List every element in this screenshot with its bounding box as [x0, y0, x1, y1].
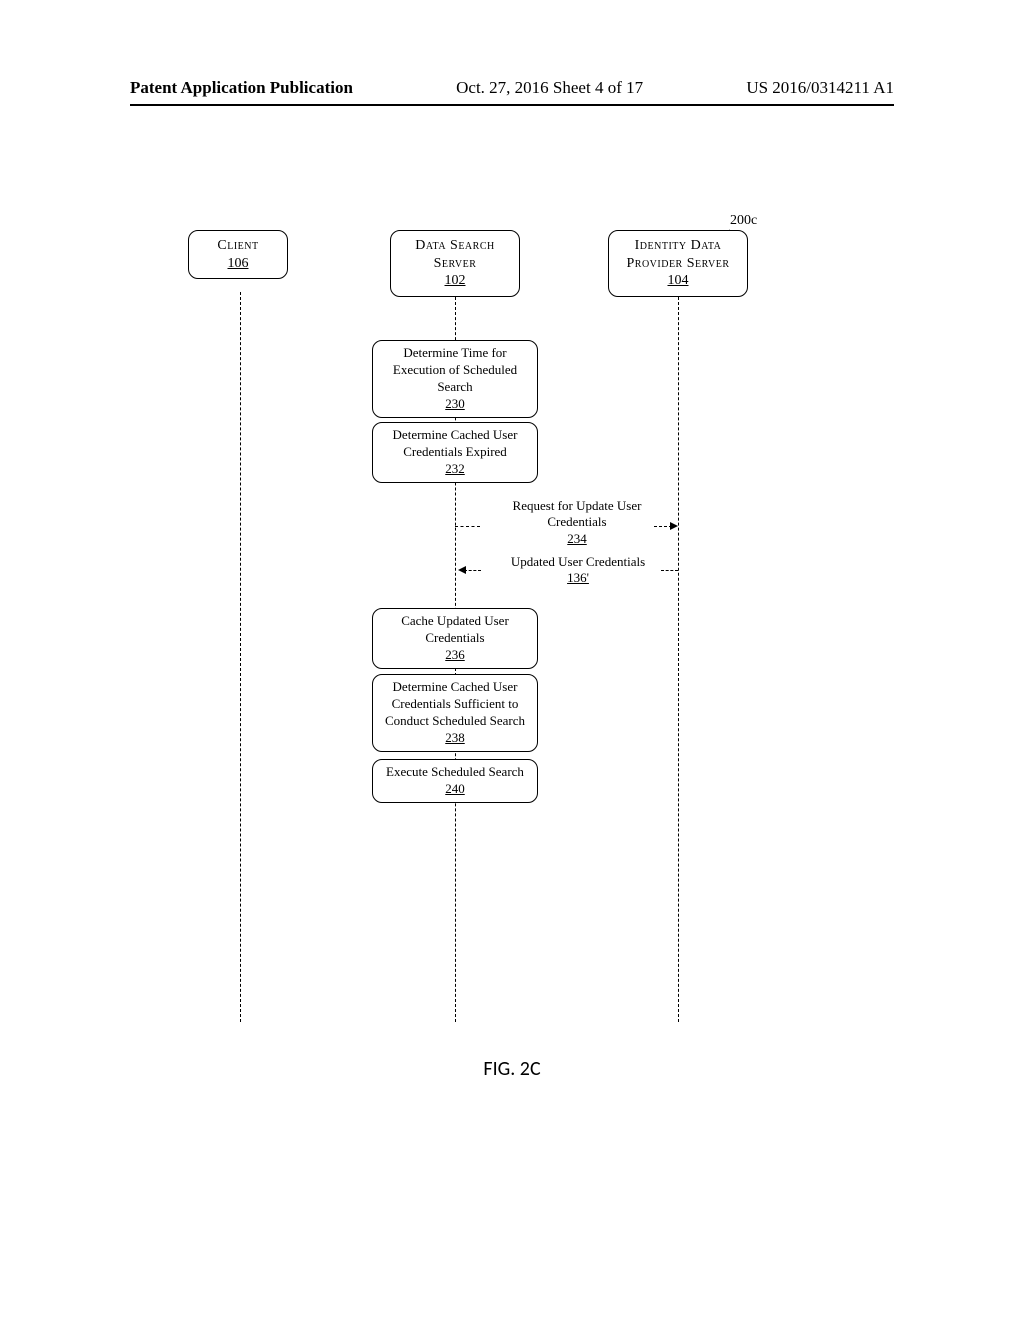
step-determine-expired-ref: 232 — [379, 461, 531, 478]
lifeline-identity — [678, 292, 679, 1022]
step-determine-time: Determine Time for Execution of Schedule… — [372, 340, 538, 418]
participant-identity: Identity Data Provider Server 104 — [608, 230, 748, 297]
step-cache-updated: Cache Updated User Credentials 236 — [372, 608, 538, 669]
participant-client-name: Client — [217, 238, 258, 253]
sequence-diagram: Client 106 Data Search Server 102 Identi… — [180, 230, 860, 1050]
arrow-updated-credentials-tail — [661, 570, 678, 571]
step-determine-expired-text: Determine Cached User Credentials Expire… — [393, 427, 518, 459]
arrow-request-update-tail — [455, 526, 480, 527]
step-execute-search: Execute Scheduled Search 240 — [372, 759, 538, 803]
step-execute-search-text: Execute Scheduled Search — [386, 764, 524, 779]
header-center: Oct. 27, 2016 Sheet 4 of 17 — [456, 78, 643, 98]
figure-caption-text: FIG. 2C — [483, 1057, 540, 1081]
message-updated-credentials: Updated User Credentials 136' — [482, 554, 674, 587]
header-left: Patent Application Publication — [130, 78, 353, 98]
message-request-update-text: Request for Update User Credentials — [513, 498, 642, 529]
page-header: Patent Application Publication Oct. 27, … — [130, 78, 894, 106]
header-right: US 2016/0314211 A1 — [746, 78, 894, 98]
participant-identity-name: Identity Data Provider Server — [627, 238, 730, 271]
figure-caption: FIG. 2C — [0, 1057, 1024, 1081]
participant-search: Data Search Server 102 — [390, 230, 520, 297]
step-execute-search-ref: 240 — [379, 781, 531, 798]
step-determine-sufficient-ref: 238 — [379, 730, 531, 747]
step-determine-sufficient-text: Determine Cached User Credentials Suffic… — [385, 679, 525, 728]
participant-client: Client 106 — [188, 230, 288, 279]
figure-reference-200c: 200c — [730, 213, 757, 229]
lifeline-client — [240, 292, 241, 1022]
message-updated-credentials-ref: 136' — [482, 570, 674, 586]
participant-search-name: Data Search Server — [415, 238, 494, 271]
step-determine-time-ref: 230 — [379, 396, 531, 413]
message-updated-credentials-text: Updated User Credentials — [511, 554, 645, 569]
step-cache-updated-text: Cache Updated User Credentials — [401, 613, 509, 645]
participant-client-ref: 106 — [197, 255, 279, 273]
participant-identity-ref: 104 — [617, 272, 739, 290]
figure-reference-text: 200c — [730, 213, 757, 228]
step-determine-sufficient: Determine Cached User Credentials Suffic… — [372, 674, 538, 752]
arrowhead-right-icon — [670, 522, 678, 530]
participant-search-ref: 102 — [399, 272, 511, 290]
arrow-updated-credentials-head-line — [464, 570, 481, 571]
step-cache-updated-ref: 236 — [379, 647, 531, 664]
arrowhead-left-icon — [458, 566, 466, 574]
step-determine-time-text: Determine Time for Execution of Schedule… — [393, 345, 517, 394]
step-determine-expired: Determine Cached User Credentials Expire… — [372, 422, 538, 483]
message-request-update: Request for Update User Credentials 234 — [482, 498, 672, 547]
message-request-update-ref: 234 — [482, 531, 672, 547]
